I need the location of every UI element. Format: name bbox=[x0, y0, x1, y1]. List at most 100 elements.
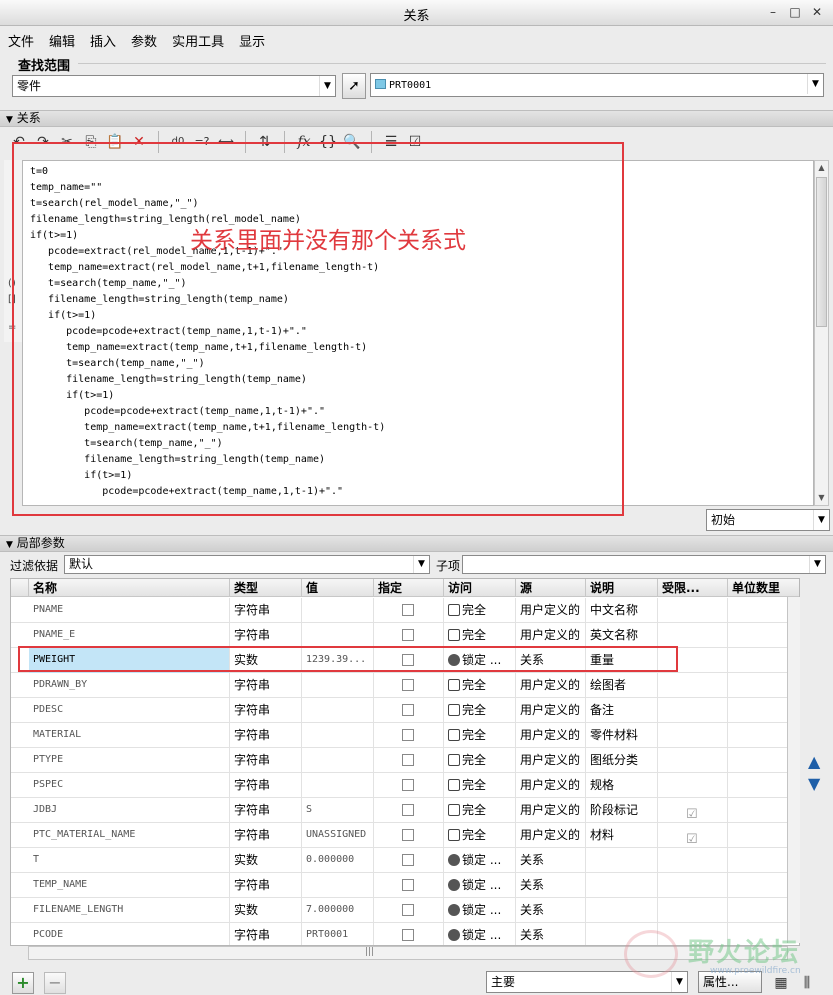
cell-restricted[interactable]: ☑ bbox=[658, 798, 728, 823]
cell-designate[interactable] bbox=[374, 598, 444, 623]
table-row[interactable]: PDESC 字符串 完全 用户定义的 备注 bbox=[11, 698, 799, 723]
remove-parameter-button[interactable]: − bbox=[44, 972, 66, 994]
cell-access[interactable]: 完全 bbox=[444, 598, 516, 623]
cell-description[interactable] bbox=[586, 923, 658, 945]
cell-access[interactable]: 锁定 ... bbox=[444, 923, 516, 945]
cell-access[interactable]: 完全 bbox=[444, 723, 516, 748]
cell-source[interactable]: 用户定义的 bbox=[516, 673, 586, 698]
designate-checkbox[interactable] bbox=[402, 854, 414, 866]
cell-source[interactable]: 用户定义的 bbox=[516, 598, 586, 623]
cell-value[interactable]: UNASSIGNED bbox=[302, 823, 374, 848]
cell-access[interactable]: 锁定 ... bbox=[444, 873, 516, 898]
cell-name[interactable]: TEMP_NAME bbox=[29, 873, 230, 898]
col-header-designate[interactable]: 指定 bbox=[374, 579, 444, 597]
cell-type[interactable]: 字符串 bbox=[230, 673, 302, 698]
table-row[interactable]: PNAME_E 字符串 完全 用户定义的 英文名称 bbox=[11, 623, 799, 648]
select-model-button[interactable]: ➚ bbox=[342, 73, 366, 99]
cell-name[interactable]: PTC_MATERIAL_NAME bbox=[29, 823, 230, 848]
table-row[interactable]: PDRAWN_BY 字符串 完全 用户定义的 绘图者 bbox=[11, 673, 799, 698]
designate-checkbox[interactable] bbox=[402, 779, 414, 791]
subitem-select[interactable]: ▼ bbox=[462, 555, 826, 574]
cell-value[interactable] bbox=[302, 748, 374, 773]
cell-value[interactable] bbox=[302, 698, 374, 723]
move-down-icon[interactable]: ▼ bbox=[808, 774, 820, 793]
designate-checkbox[interactable] bbox=[402, 629, 414, 641]
cell-access[interactable]: 锁定 ... bbox=[444, 898, 516, 923]
cell-restricted[interactable] bbox=[658, 923, 728, 945]
scroll-thumb[interactable] bbox=[816, 177, 827, 327]
cell-designate[interactable] bbox=[374, 723, 444, 748]
cell-type[interactable]: 字符串 bbox=[230, 923, 302, 945]
cell-access[interactable]: 完全 bbox=[444, 623, 516, 648]
initial-select[interactable]: 初始 ▼ bbox=[706, 509, 830, 531]
cell-type[interactable]: 字符串 bbox=[230, 598, 302, 623]
cell-source[interactable]: 用户定义的 bbox=[516, 698, 586, 723]
cell-name[interactable]: MATERIAL bbox=[29, 723, 230, 748]
move-up-icon[interactable]: ▲ bbox=[808, 752, 820, 771]
cell-restricted[interactable] bbox=[658, 873, 728, 898]
col-header-name[interactable]: 名称 bbox=[29, 579, 230, 597]
cell-value[interactable]: 0.000000 bbox=[302, 848, 374, 873]
cell-description[interactable]: 图纸分类 bbox=[586, 748, 658, 773]
cell-name[interactable]: PSPEC bbox=[29, 773, 230, 798]
cell-source[interactable]: 用户定义的 bbox=[516, 823, 586, 848]
table-row[interactable]: PTYPE 字符串 完全 用户定义的 图纸分类 bbox=[11, 748, 799, 773]
cell-source[interactable]: 关系 bbox=[516, 848, 586, 873]
col-header-type[interactable]: 类型 bbox=[230, 579, 302, 597]
cell-designate[interactable] bbox=[374, 923, 444, 945]
col-header-source[interactable]: 源 bbox=[516, 579, 586, 597]
designate-checkbox[interactable] bbox=[402, 754, 414, 766]
editor-scrollbar[interactable]: ▲ ▼ bbox=[814, 160, 829, 506]
cell-designate[interactable] bbox=[374, 698, 444, 723]
cell-source[interactable]: 关系 bbox=[516, 873, 586, 898]
cell-description[interactable] bbox=[586, 848, 658, 873]
menu-utilities[interactable]: 实用工具 bbox=[172, 31, 224, 50]
cell-description[interactable]: 零件材料 bbox=[586, 723, 658, 748]
main-select[interactable]: 主要 ▼ bbox=[486, 971, 688, 993]
designate-checkbox[interactable] bbox=[402, 604, 414, 616]
cell-description[interactable]: 阶段标记 bbox=[586, 798, 658, 823]
minimize-button[interactable]: – bbox=[763, 3, 783, 21]
cell-value[interactable]: PRT0001 bbox=[302, 923, 374, 945]
cell-value[interactable] bbox=[302, 598, 374, 623]
designate-checkbox[interactable] bbox=[402, 929, 414, 941]
cell-type[interactable]: 字符串 bbox=[230, 723, 302, 748]
cell-designate[interactable] bbox=[374, 873, 444, 898]
close-button[interactable]: ✕ bbox=[807, 3, 827, 21]
cell-source[interactable]: 关系 bbox=[516, 898, 586, 923]
cell-type[interactable]: 字符串 bbox=[230, 873, 302, 898]
cell-type[interactable]: 字符串 bbox=[230, 748, 302, 773]
cell-designate[interactable] bbox=[374, 823, 444, 848]
cell-value[interactable] bbox=[302, 673, 374, 698]
properties-button[interactable]: 属性... bbox=[698, 971, 762, 993]
maximize-button[interactable]: □ bbox=[785, 3, 805, 21]
cell-name[interactable]: T bbox=[29, 848, 230, 873]
cell-restricted[interactable] bbox=[658, 773, 728, 798]
cell-type[interactable]: 字符串 bbox=[230, 698, 302, 723]
table-row[interactable]: FILENAME_LENGTH 实数 7.000000 锁定 ... 关系 bbox=[11, 898, 799, 923]
col-header-restricted[interactable]: 受限... bbox=[658, 579, 728, 597]
table-row[interactable]: MATERIAL 字符串 完全 用户定义的 零件材料 bbox=[11, 723, 799, 748]
cell-source[interactable]: 用户定义的 bbox=[516, 723, 586, 748]
params-hscroll[interactable]: ||| bbox=[28, 946, 788, 960]
designate-checkbox[interactable] bbox=[402, 804, 414, 816]
table-row[interactable]: T 实数 0.000000 锁定 ... 关系 bbox=[11, 848, 799, 873]
cell-type[interactable]: 字符串 bbox=[230, 823, 302, 848]
menu-edit[interactable]: 编辑 bbox=[49, 31, 75, 50]
cell-source[interactable]: 用户定义的 bbox=[516, 798, 586, 823]
cell-name[interactable]: PCODE bbox=[29, 923, 230, 945]
cell-name[interactable]: JDBJ bbox=[29, 798, 230, 823]
designate-checkbox[interactable] bbox=[402, 679, 414, 691]
cell-designate[interactable] bbox=[374, 798, 444, 823]
cell-designate[interactable] bbox=[374, 773, 444, 798]
cell-description[interactable]: 中文名称 bbox=[586, 598, 658, 623]
cell-type[interactable]: 字符串 bbox=[230, 773, 302, 798]
cell-description[interactable]: 英文名称 bbox=[586, 623, 658, 648]
cell-access[interactable]: 完全 bbox=[444, 698, 516, 723]
cell-restricted[interactable] bbox=[658, 748, 728, 773]
designate-checkbox[interactable] bbox=[402, 904, 414, 916]
relations-section-header[interactable]: ▼ 关系 bbox=[0, 110, 833, 127]
cell-name[interactable]: PNAME bbox=[29, 598, 230, 623]
cell-type[interactable]: 实数 bbox=[230, 848, 302, 873]
model-select[interactable]: PRT0001 ▼ bbox=[370, 73, 824, 97]
